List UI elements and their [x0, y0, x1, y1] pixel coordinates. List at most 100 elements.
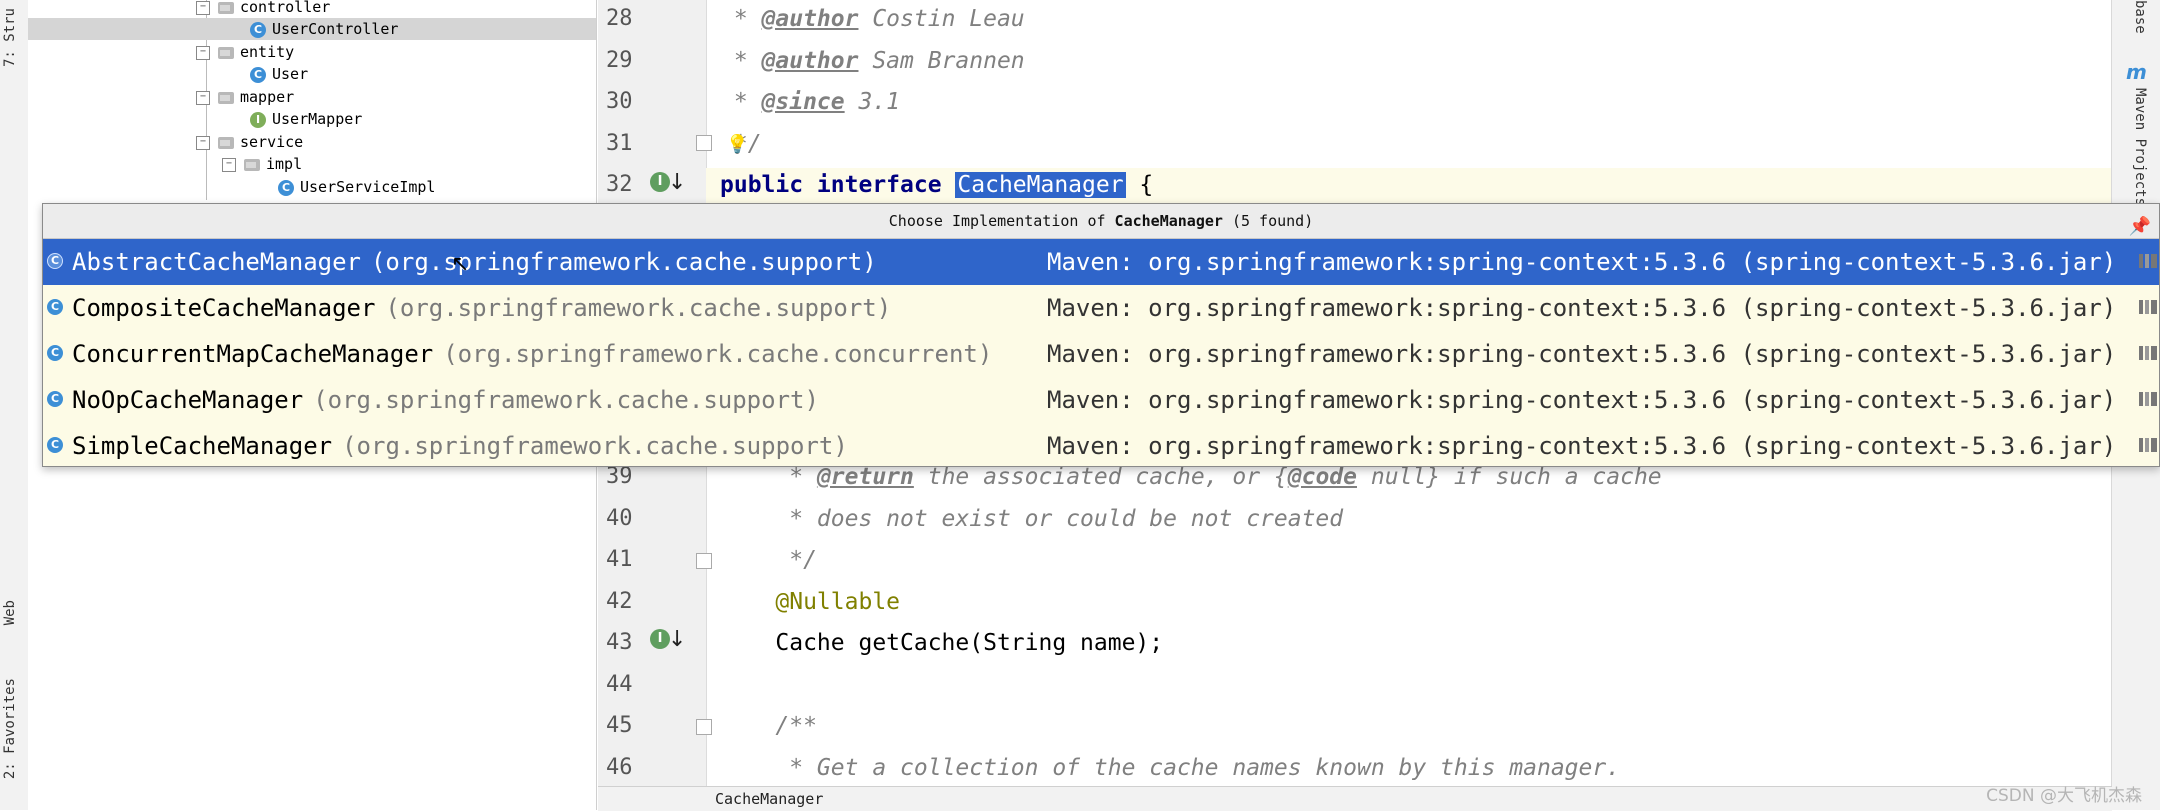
tree-item-userserviceimpl[interactable]: C UserServiceImpl [278, 176, 435, 198]
code-line: /** [720, 711, 817, 741]
tree-item-mapper[interactable]: − mapper [196, 86, 294, 108]
line-number: 44 [606, 671, 633, 697]
implementation-library: Maven: org.springframework:spring-contex… [1047, 248, 2117, 276]
code-token: @author [761, 6, 859, 32]
breadcrumb-item[interactable]: CacheManager [715, 790, 823, 808]
maven-projects-tool-tab[interactable]: Maven Projects [2124, 88, 2148, 206]
tree-item-controller[interactable]: − controller [196, 0, 330, 18]
collapse-toggle-icon[interactable]: − [196, 90, 210, 105]
tree-item-label: User [272, 65, 309, 83]
collapse-toggle-icon[interactable]: − [196, 135, 210, 150]
popup-title-prefix: Choose Implementation of [888, 212, 1115, 230]
code-line: * @author Costin Leau [720, 4, 1025, 34]
tree-item-label: entity [240, 43, 295, 61]
favorites-tool-tab[interactable]: 2: Favorites [2, 678, 26, 779]
fold-marker-icon[interactable] [696, 719, 712, 735]
code-line: * @author Sam Brannen [720, 46, 1025, 76]
code-line: * does not exist or could be not created [720, 504, 1343, 534]
line-number: 46 [606, 754, 633, 780]
implementation-package: (org.springframework.cache.support) [385, 294, 892, 322]
implementation-package: (org.springframework.cache.support) [342, 432, 848, 460]
implemented-gutter-icon[interactable]: I [650, 629, 670, 649]
mouse-cursor-icon: ↖ [451, 252, 470, 277]
left-tool-strip: 7: Stru Web 2: Favorites [0, 0, 29, 810]
maven-icon: m [2126, 60, 2147, 84]
collapse-toggle-icon[interactable]: − [196, 0, 210, 15]
implementation-library: Maven: org.springframework:spring-contex… [1047, 340, 2117, 368]
implementation-item[interactable]: C NoOpCacheManager (org.springframework.ca… [43, 377, 2159, 423]
code-line: */ [720, 545, 817, 575]
folder-icon [244, 158, 260, 171]
tree-item-label: UserMapper [272, 110, 363, 128]
popup-title-suffix: (5 found) [1222, 212, 1314, 230]
class-icon: C [250, 21, 266, 38]
tree-item-usermapper[interactable]: I UserMapper [250, 108, 362, 130]
class-icon: C [47, 437, 63, 453]
tree-item-label: service [240, 133, 304, 151]
code-token: Cache getCache(String name); [720, 630, 1164, 656]
code-token: /** [720, 713, 817, 739]
implementation-library: Maven: org.springframework:spring-contex… [1047, 294, 2117, 322]
implemented-gutter-icon[interactable]: I [650, 172, 670, 192]
down-arrow-icon: ↓ [668, 170, 687, 195]
line-number: 31 [606, 130, 633, 156]
library-icon [2139, 254, 2157, 268]
class-icon: C [250, 66, 266, 83]
code-line: * @since 3.1 [720, 87, 900, 117]
line-number: 30 [606, 89, 633, 114]
implementation-name: ConcurrentMapCacheManager (org.springfram… [72, 340, 993, 368]
implementation-library: Maven: org.springframework:spring-contex… [1047, 432, 2117, 460]
implementation-package: (org.springframework.cache.support) [370, 248, 877, 276]
implementation-library: Maven: org.springframework:spring-contex… [1047, 386, 2117, 414]
code-token: * [720, 89, 762, 115]
line-number: 42 [606, 588, 633, 614]
folder-icon [218, 1, 234, 14]
line-number: 40 [606, 505, 633, 531]
tree-item-label: controller [240, 0, 331, 16]
library-icon [2139, 392, 2157, 406]
class-icon: C [47, 253, 63, 269]
class-icon: C [47, 391, 63, 407]
tree-item-impl[interactable]: − impl [222, 153, 302, 175]
line-number: 29 [606, 47, 633, 73]
implementation-item[interactable]: C CompositeCacheManager (org.springframewo… [43, 285, 2159, 331]
tree-item-service[interactable]: − service [196, 131, 303, 153]
tree-item-entity[interactable]: − entity [196, 41, 294, 63]
watermark: CSDN @大飞机杰森 [1986, 786, 2142, 806]
class-icon: C [47, 345, 63, 361]
implementation-item[interactable]: C ConcurrentMapCacheManager (org.springfra… [43, 331, 2159, 377]
database-tool-tab[interactable]: base [2124, 0, 2148, 34]
popup-title-name: CacheManager [1114, 212, 1223, 230]
tree-item-usercontroller[interactable]: C UserController [28, 18, 596, 40]
class-icon: C [278, 179, 294, 196]
collapse-toggle-icon[interactable]: − [222, 157, 236, 172]
implementation-item[interactable]: C SimpleCacheManager (org.springframework.… [43, 423, 2159, 469]
library-icon [2139, 438, 2157, 452]
line-number: 32 [606, 172, 633, 197]
library-icon [2139, 300, 2157, 314]
implementation-name: SimpleCacheManager (org.springframework.c… [72, 432, 848, 460]
code-token: @author [761, 47, 859, 74]
web-tool-tab[interactable]: Web [2, 600, 26, 625]
code-line: Cache getCache(String name); [720, 628, 1163, 658]
structure-tool-tab[interactable]: 7: Stru [2, 8, 26, 67]
tree-item-label: impl [266, 155, 303, 173]
code-token: Costin Leau [858, 6, 1025, 32]
down-arrow-icon: ↓ [668, 627, 687, 652]
folder-icon [218, 91, 234, 104]
code-token: { [1125, 172, 1154, 198]
line-number: 41 [606, 547, 633, 572]
tree-item-label: UserController [272, 20, 399, 38]
line-number: 43 [606, 630, 633, 655]
fold-marker-icon[interactable] [696, 553, 712, 569]
code-token: @Nullable [720, 588, 901, 615]
implementation-item[interactable]: C AbstractCacheManager (org.springframewor… [43, 239, 2159, 285]
tree-item-user[interactable]: C User [250, 63, 308, 85]
code-token: * Get a collection of the cache names kn… [720, 754, 1621, 781]
code-token: */ [720, 547, 817, 573]
lightbulb-icon[interactable]: 💡 [726, 134, 748, 155]
tree-item-label: UserServiceImpl [300, 178, 436, 196]
choose-implementation-popup: Choose Implementation of CacheManager (5… [42, 203, 2160, 467]
fold-marker-icon[interactable] [696, 135, 712, 151]
collapse-toggle-icon[interactable]: − [196, 45, 210, 60]
